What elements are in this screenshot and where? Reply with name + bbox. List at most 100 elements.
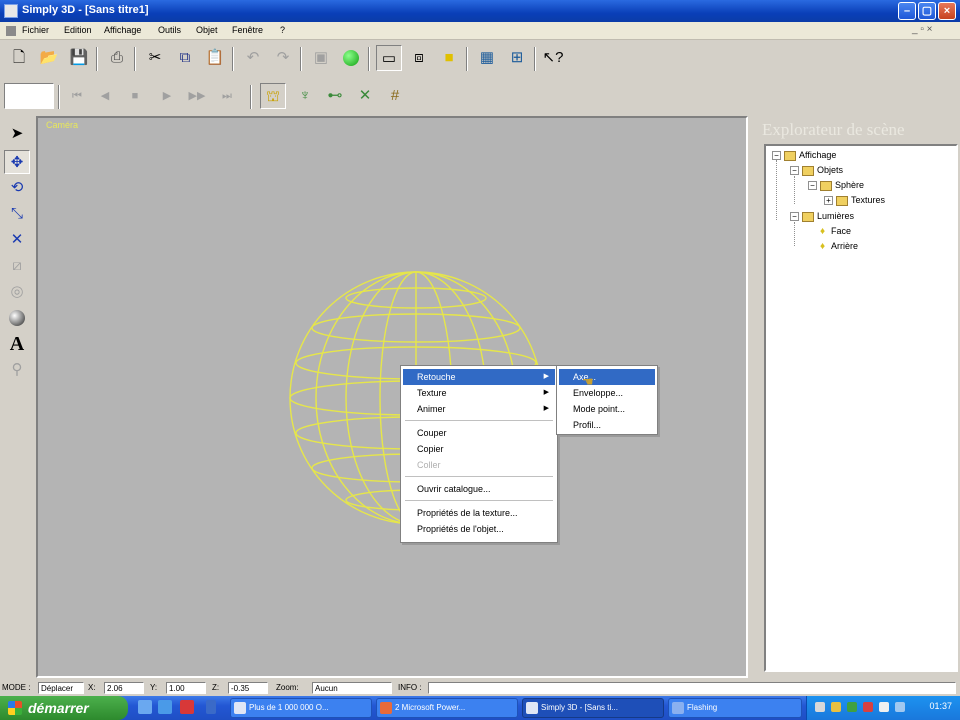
first-frame-icon[interactable]: ⏮: [64, 83, 90, 109]
scale-icon[interactable]: ⤡: [4, 202, 30, 226]
task-button[interactable]: 2 Microsoft Power...: [376, 698, 518, 718]
grid-view-icon[interactable]: ▦: [474, 45, 500, 71]
menu-help[interactable]: ?: [280, 25, 285, 35]
copy-icon[interactable]: ⧉: [172, 45, 198, 71]
delete-object-icon[interactable]: ▣: [308, 45, 334, 71]
stretch-icon[interactable]: ✕: [4, 228, 30, 252]
mdi-controls[interactable]: _ ▫ ×: [912, 24, 933, 35]
ctx-copier[interactable]: Copier: [403, 441, 555, 457]
menu-affichage[interactable]: Affichage: [104, 25, 141, 35]
lamp-icon[interactable]: ♆: [292, 83, 318, 109]
move-icon[interactable]: ✥: [4, 150, 30, 174]
open-folder-icon[interactable]: 📂: [36, 45, 62, 71]
paste-icon[interactable]: 📋: [202, 45, 228, 71]
menu-fenetre[interactable]: Fenêtre: [232, 25, 263, 35]
save-icon[interactable]: 💾: [66, 45, 92, 71]
expand-toggle[interactable]: −: [808, 181, 817, 190]
tray-security-icon[interactable]: [847, 702, 857, 712]
circle-icon[interactable]: ◎: [4, 280, 30, 304]
task-button[interactable]: Plus de 1 000 000 O...: [230, 698, 372, 718]
quicklaunch-more-icon[interactable]: [206, 700, 216, 714]
menu-objet[interactable]: Objet: [196, 25, 218, 35]
scene-tree[interactable]: − Affichage − Objets − Sphère + Textures…: [764, 144, 958, 672]
undo-icon[interactable]: ↶: [240, 45, 266, 71]
scale-object-icon[interactable]: ✕: [352, 83, 378, 109]
expand-toggle[interactable]: −: [790, 166, 799, 175]
browser-icon[interactable]: [158, 700, 172, 714]
ctx-couper[interactable]: Couper: [403, 425, 555, 441]
ctx-proprietes-texture[interactable]: Propriétés de la texture...: [403, 505, 555, 521]
tree-node-lumieres[interactable]: Lumières: [802, 209, 854, 223]
link-object-icon[interactable]: ⊷: [322, 83, 348, 109]
stop-icon[interactable]: ■: [122, 83, 148, 109]
play-icon[interactable]: ▶: [154, 83, 180, 109]
previous-frame-icon[interactable]: ◀: [92, 83, 118, 109]
single-view-icon[interactable]: ▭: [376, 45, 402, 71]
yellow-cube-icon[interactable]: ■: [436, 45, 462, 71]
tree-node-objets[interactable]: Objets: [802, 163, 843, 177]
desktop-icon[interactable]: [138, 700, 152, 714]
sphere-object-icon: [820, 180, 832, 191]
shear-icon[interactable]: ⧄: [4, 254, 30, 278]
ctx-animer[interactable]: Animer ▶: [403, 401, 555, 417]
tree-node-face[interactable]: ♦ Face: [820, 224, 851, 238]
animation-grid-icon[interactable]: #: [382, 83, 408, 109]
ctx-texture[interactable]: Texture ▶: [403, 385, 555, 401]
task-button[interactable]: Flashing: [668, 698, 802, 718]
layout-view-icon[interactable]: ⊞: [504, 45, 530, 71]
render-sphere-icon[interactable]: [338, 45, 364, 71]
submenu-mode-point[interactable]: Mode point...: [559, 401, 655, 417]
tree-node-textures[interactable]: Textures: [836, 193, 885, 207]
scene-viewport[interactable]: Caméra Retouche ▶ Texture ▶ Animer ▶ Cou…: [36, 116, 748, 678]
folder-icon: [836, 195, 848, 206]
tray-display-icon[interactable]: [895, 702, 905, 712]
task-button-active[interactable]: Simply 3D - [Sans ti...: [522, 698, 664, 718]
tray-volume-icon[interactable]: [831, 702, 841, 712]
minimize-icon[interactable]: –: [898, 2, 916, 20]
ctx-coller[interactable]: Coller: [403, 457, 555, 473]
clock[interactable]: 01:37: [929, 701, 952, 711]
tree-node-sphere[interactable]: Sphère: [820, 178, 864, 192]
expand-toggle[interactable]: +: [824, 196, 833, 205]
submenu-profil[interactable]: Profil...: [559, 417, 655, 433]
tray-app-icon[interactable]: [879, 702, 889, 712]
ctx-ouvrir-catalogue[interactable]: Ouvrir catalogue...: [403, 481, 555, 497]
print-icon[interactable]: ⎙: [104, 45, 130, 71]
help-pointer-icon[interactable]: ↖?: [540, 45, 566, 71]
text-tool-icon[interactable]: A: [4, 332, 30, 356]
submenu-enveloppe[interactable]: Enveloppe...: [559, 385, 655, 401]
app-icon[interactable]: [4, 4, 18, 18]
redo-icon[interactable]: ↷: [270, 45, 296, 71]
sphere-shape-icon[interactable]: [4, 306, 30, 330]
cut-icon[interactable]: ✂: [142, 45, 168, 71]
multi-view-icon[interactable]: ⧈: [406, 45, 432, 71]
last-frame-icon[interactable]: ⏭: [214, 83, 240, 109]
magnify-icon[interactable]: ⚲: [4, 358, 30, 382]
tree-node-arriere[interactable]: ♦ Arrière: [820, 239, 858, 253]
menu-outils[interactable]: Outils: [158, 25, 181, 35]
submenu-axe[interactable]: Axe...: [559, 369, 655, 385]
expand-toggle[interactable]: −: [772, 151, 781, 160]
ctx-retouche[interactable]: Retouche ▶: [403, 369, 555, 385]
next-frame-icon[interactable]: ▶▶: [184, 83, 210, 109]
menu-fichier[interactable]: Fichier: [22, 25, 49, 35]
close-icon[interactable]: ×: [938, 2, 956, 20]
tray-alert-icon[interactable]: [863, 702, 873, 712]
title-bar[interactable]: Simply 3D - [Sans titre1] – ▢ ×: [0, 0, 960, 22]
maximize-icon[interactable]: ▢: [918, 2, 936, 20]
menu-edition[interactable]: Edition: [64, 25, 92, 35]
camera-tripod-icon[interactable]: ⛫: [260, 83, 286, 109]
start-button[interactable]: démarrer: [0, 696, 128, 720]
tray-network-icon[interactable]: [815, 702, 825, 712]
status-zoom-label: Zoom:: [276, 683, 299, 692]
submenu-arrow-icon: ▶: [543, 373, 549, 380]
document-icon[interactable]: [6, 26, 16, 36]
rotate-icon[interactable]: ⟲: [4, 176, 30, 200]
media-player-icon[interactable]: [180, 700, 194, 714]
tree-node-affichage[interactable]: Affichage: [784, 148, 836, 162]
expand-toggle[interactable]: −: [790, 212, 799, 221]
ctx-proprietes-objet[interactable]: Propriétés de l'objet...: [403, 521, 555, 537]
select-arrow-icon[interactable]: ➤: [4, 122, 30, 146]
new-document-icon[interactable]: 🗋: [6, 45, 32, 71]
frame-input[interactable]: [4, 83, 54, 109]
